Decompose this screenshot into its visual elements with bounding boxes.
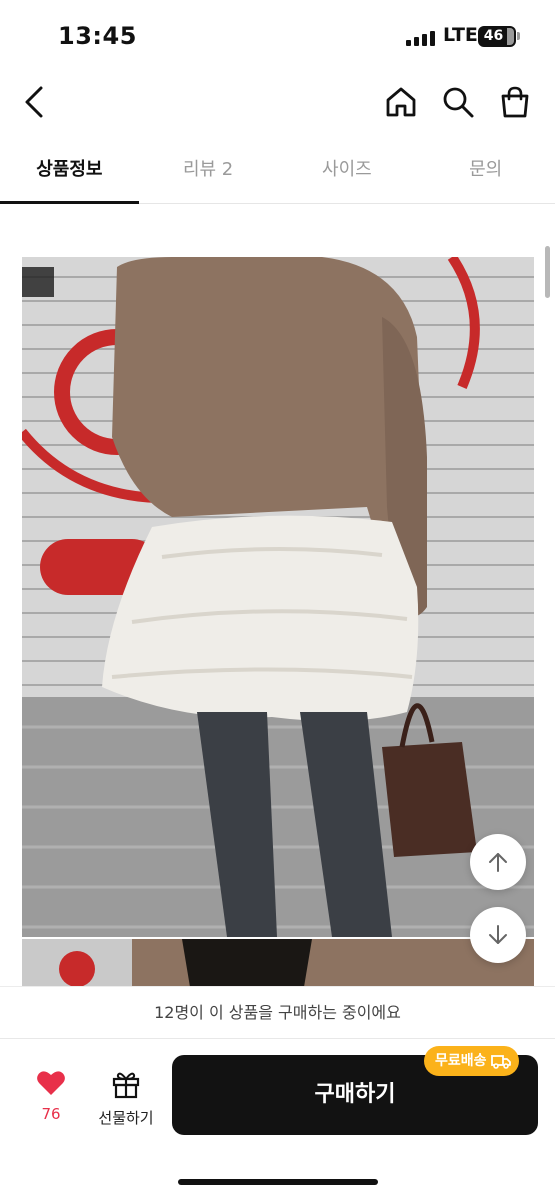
product-photo <box>22 257 534 937</box>
shopping-bag-icon <box>501 86 529 118</box>
signal-strength-icon <box>406 30 436 46</box>
product-detail-content[interactable] <box>0 204 555 986</box>
scroll-up-button[interactable] <box>470 834 526 890</box>
scrollbar[interactable] <box>545 246 550 298</box>
tab-inquiry[interactable]: 문의 <box>416 140 555 203</box>
home-indicator <box>178 1179 378 1185</box>
like-button[interactable]: 76 <box>24 1069 78 1139</box>
tab-product-info[interactable]: 상품정보 <box>0 140 139 204</box>
status-time: 13:45 <box>58 22 137 50</box>
product-detail-screen: 13:45 LTE 46 상품정보 리뷰 2 사이즈 문의 12명이 이 상품을… <box>0 0 555 1200</box>
tab-reviews[interactable]: 리뷰 2 <box>139 140 278 203</box>
cart-button[interactable] <box>495 82 535 122</box>
product-photo-2 <box>22 939 534 986</box>
free-shipping-label: 무료배송 <box>435 1053 487 1069</box>
arrow-up-icon <box>489 853 507 872</box>
heart-icon <box>37 1071 65 1095</box>
purchasing-now-banner: 12명이 이 상품을 구매하는 중이에요 <box>0 986 555 1038</box>
arrow-down-icon <box>489 925 507 944</box>
like-count: 76 <box>41 1105 61 1123</box>
search-icon <box>443 87 474 118</box>
status-bar: 13:45 LTE 46 <box>0 0 555 72</box>
product-tabs: 상품정보 리뷰 2 사이즈 문의 <box>0 140 555 204</box>
tab-size[interactable]: 사이즈 <box>278 140 417 203</box>
home-icon <box>386 87 416 117</box>
top-nav-bar <box>0 72 555 132</box>
scroll-down-button[interactable] <box>470 907 526 963</box>
network-type: LTE <box>443 24 478 46</box>
gift-icon <box>112 1072 140 1099</box>
home-button[interactable] <box>381 82 421 122</box>
free-shipping-badge: 무료배송 <box>424 1046 519 1076</box>
chevron-left-icon <box>25 86 43 118</box>
search-button[interactable] <box>438 82 478 122</box>
battery-level: 46 <box>480 28 507 45</box>
gift-button[interactable]: 선물하기 <box>92 1069 160 1139</box>
gift-label: 선물하기 <box>98 1109 154 1127</box>
truck-icon <box>490 1055 511 1069</box>
battery-icon: 46 <box>478 26 516 47</box>
bottom-action-bar: 76 선물하기 구매하기 무료배송 <box>0 1038 555 1200</box>
back-button[interactable] <box>14 82 54 122</box>
